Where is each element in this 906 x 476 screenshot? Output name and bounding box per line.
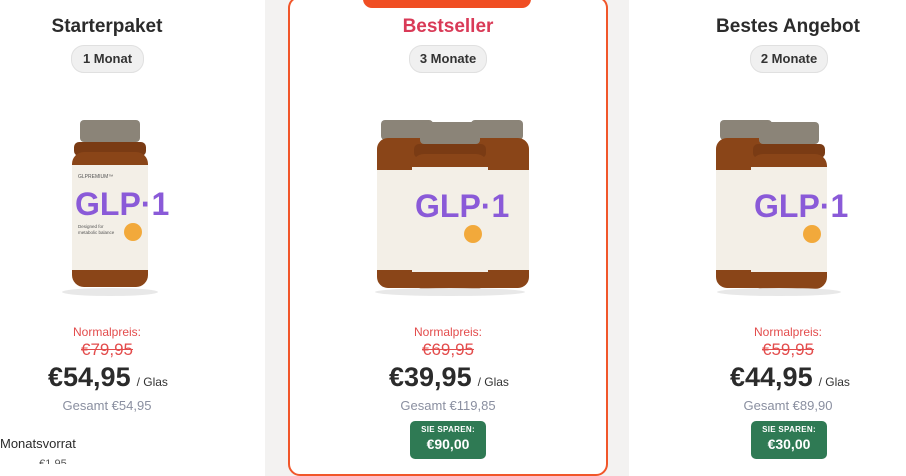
bestseller-ribbon: [363, 0, 531, 8]
price-unit: / Glas: [818, 375, 850, 389]
product-image-2-bottles: GLP·1: [716, 120, 848, 296]
savings-label: SIE SPAREN:: [762, 425, 816, 434]
savings-badge: SIE SPAREN: €30,00: [751, 421, 827, 459]
svg-text:GLP·1: GLP·1: [75, 186, 169, 222]
savings-badge: SIE SPAREN: €90,00: [410, 421, 486, 459]
supply-text: Monatsvorrat: [0, 436, 76, 451]
savings-value: €30,00: [767, 436, 811, 452]
savings-value: €90,00: [426, 436, 470, 452]
savings-label: SIE SPAREN:: [421, 425, 475, 434]
duration-badge: 2 Monate: [750, 45, 828, 73]
svg-text:Designed for: Designed for: [78, 224, 104, 229]
svg-text:GLP·1: GLP·1: [415, 188, 509, 224]
duration-badge: 1 Monat: [71, 45, 144, 73]
normal-price: €79,95: [81, 340, 133, 359]
total-price: Gesamt €89,90: [743, 398, 833, 413]
total-price: Gesamt €119,85: [400, 398, 496, 413]
price-row: €44,95 / Glas: [730, 362, 850, 393]
svg-text:GLPREMIUM™: GLPREMIUM™: [78, 174, 113, 180]
cut-off-text: ...€1,95: [30, 458, 67, 464]
total-price: Gesamt €54,95: [62, 398, 152, 413]
price-row: €39,95 / Glas: [389, 362, 509, 393]
product-image-3-bottles: GLP·1: [375, 120, 529, 296]
svg-text:GLP·1: GLP·1: [754, 188, 848, 224]
price: €54,95: [48, 362, 131, 392]
plan-title: Bestseller: [402, 16, 494, 37]
price-unit: / Glas: [136, 375, 168, 389]
product-image-1-bottle: GLPREMIUM™ GLP·1 Designed for metabolic …: [62, 120, 169, 296]
svg-text:metabolic balance: metabolic balance: [78, 230, 115, 235]
duration-badge: 3 Monate: [409, 45, 487, 73]
plan-title: Starterpaket: [51, 16, 163, 37]
normal-price-label: Normalpreis:: [413, 325, 482, 339]
bottle: GLPREMIUM™ GLP·1 Designed for metabolic …: [72, 120, 169, 287]
price-unit: / Glas: [477, 375, 509, 389]
price-row: €54,95 / Glas: [48, 362, 168, 393]
normal-price-label: Normalpreis:: [753, 325, 822, 339]
normal-price: €69,95: [422, 340, 474, 359]
price: €39,95: [389, 362, 472, 392]
normal-price: €59,95: [762, 340, 814, 359]
price: €44,95: [730, 362, 813, 392]
plan-title: Bestes Angebot: [716, 16, 860, 37]
normal-price-label: Normalpreis:: [72, 325, 141, 339]
